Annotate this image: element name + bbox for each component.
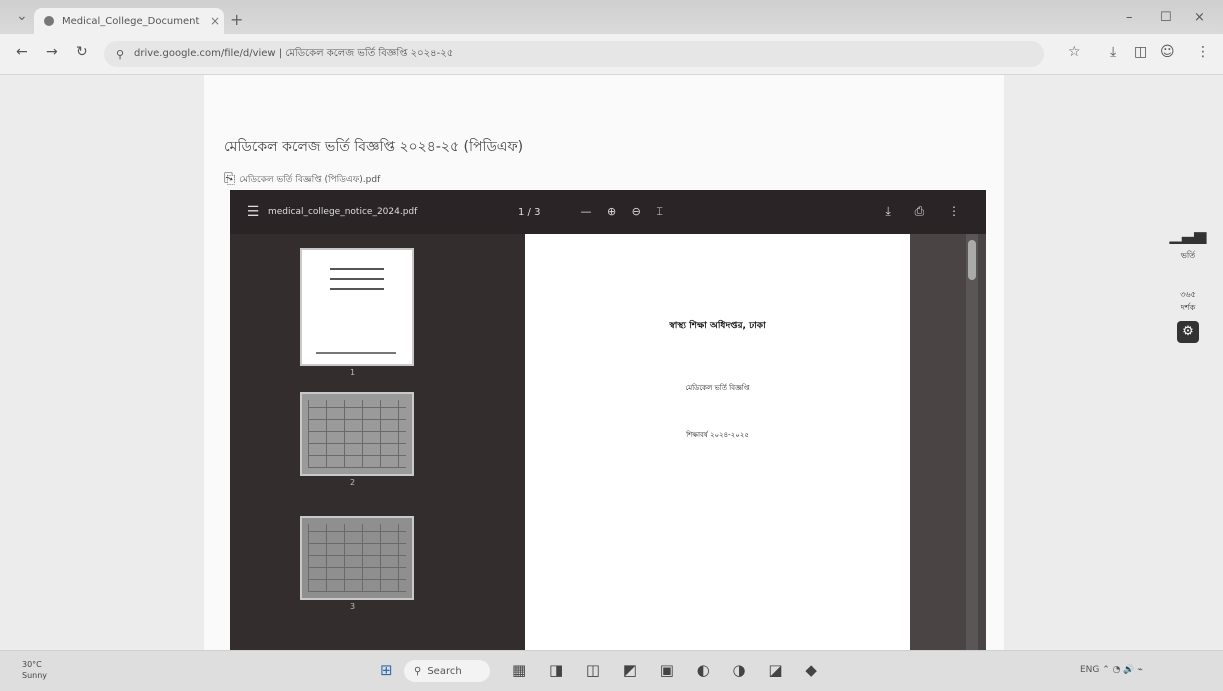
thumb-page-number: 3 [350, 602, 356, 611]
back-button[interactable]: ← [16, 44, 28, 60]
pdf-page-title: স্বাস্থ্য শিক্ষা অধিদপ্তর, ঢাকা [669, 321, 766, 331]
favicon-icon [44, 16, 54, 26]
pdf-file-icon: ⎘ [224, 171, 236, 187]
zoom-controls[interactable]: — ⊕ ⊖ ⌶ [580, 205, 669, 219]
side-widget: ▁▃▅ ভর্তি ৩৬৫ দর্শক ⚙ [1166, 225, 1210, 343]
view-count-label: দর্শক [1180, 303, 1196, 312]
search-placeholder: Search [427, 665, 462, 677]
search-icon: ⚲ [414, 665, 422, 677]
browser-toolbar: ← → ↻ ⚲ drive.google.com/file/d/view | ম… [0, 34, 1223, 75]
tab-bar: ⌄ Medical_College_Document × + – ☐ × [0, 0, 1223, 34]
pdf-page: স্বাস্থ্য শিক্ষা অধিদপ্তর, ঢাকা মেডিকেল … [525, 234, 910, 650]
pdf-toolbar: ☰ medical_college_notice_2024.pdf 1 / 3 … [230, 190, 986, 234]
settings-icon[interactable]: ⚙ [1177, 321, 1199, 343]
page-indicator[interactable]: 1 / 3 [518, 207, 540, 218]
minimize-button[interactable]: – [1126, 10, 1133, 25]
hamburger-menu-icon[interactable]: ☰ [238, 204, 268, 220]
signal-label: ভর্তি [1180, 251, 1196, 260]
page-thumbnail-2[interactable] [300, 392, 414, 476]
page-heading: মেডিকেল কলেজ ভর্তি বিজ্ঞপ্তি ২০২৪-২৫ (পি… [224, 139, 524, 155]
thumb-lines [330, 268, 384, 298]
forward-button[interactable]: → [46, 44, 58, 60]
thumb-table-grid [308, 524, 406, 592]
profile-icon[interactable]: ☺ [1160, 44, 1175, 60]
pdf-main-view: স্বাস্থ্য শিক্ষা অধিদপ্তর, ঢাকা মেডিকেল … [525, 234, 986, 650]
more-icon[interactable]: ⋮ [1196, 44, 1210, 60]
close-window-button[interactable]: × [1194, 10, 1205, 25]
system-tray[interactable]: ENG ⌃ ◔ 🔊 ⌁ [1080, 665, 1143, 675]
scrollbar-thumb[interactable] [968, 240, 976, 280]
taskbar-search[interactable]: ⚲ Search [404, 660, 490, 682]
tab-search-icon[interactable]: ⌄ [16, 8, 28, 24]
pdf-viewer: ☰ medical_college_notice_2024.pdf 1 / 3 … [230, 190, 986, 650]
start-icon[interactable]: ⊞ [380, 661, 393, 679]
thumb-table-grid [308, 400, 406, 468]
page-thumbnail-3[interactable] [300, 516, 414, 600]
new-tab-button[interactable]: + [230, 10, 243, 29]
content-sheet: মেডিকেল কলেজ ভর্তি বিজ্ঞপ্তি ২০২৪-২৫ (পি… [204, 75, 1004, 650]
reload-button[interactable]: ↻ [76, 44, 88, 60]
thumb-page-number: 2 [350, 478, 356, 487]
star-icon[interactable]: ☆ [1068, 44, 1081, 60]
view-count: ৩৬৫ [1180, 290, 1196, 299]
pdf-page-session: শিক্ষাবর্ষ ২০২৪-২০২৫ [686, 431, 749, 439]
pdf-scrollbar[interactable] [966, 234, 978, 650]
pdf-link-text: মেডিকেল ভর্তি বিজ্ঞপ্তি (পিডিএফ).pdf [239, 174, 381, 185]
pdf-page-subtitle: মেডিকেল ভর্তি বিজ্ঞপ্তি [685, 384, 750, 392]
pdf-link[interactable]: ⎘ মেডিকেল ভর্তি বিজ্ঞপ্তি (পিডিএফ).pdf [224, 171, 380, 187]
page-viewport: মেডিকেল কলেজ ভর্তি বিজ্ঞপ্তি ২০২৪-২৫ (পি… [0, 75, 1223, 650]
extensions-icon[interactable]: ◫ [1134, 44, 1147, 60]
pdf-actions[interactable]: ⤓ ⎙ ⋮ [885, 204, 970, 219]
thumb-footer-line [316, 352, 396, 354]
weather-desc: Sunny [22, 671, 48, 680]
weather-temp: 30°C [22, 660, 42, 669]
url-text: drive.google.com/file/d/view | মেডিকেল ক… [134, 47, 454, 59]
download-icon[interactable]: ⤓ [1110, 44, 1116, 60]
address-bar[interactable]: ⚲ drive.google.com/file/d/view | মেডিকেল… [104, 41, 1044, 67]
pinned-apps[interactable]: ▦ ◨ ◫ ◩ ▣ ◐ ◑ ◪ ◆ [512, 661, 826, 679]
browser-tab[interactable]: Medical_College_Document × [34, 8, 224, 34]
os-taskbar: 30°C Sunny ⊞ ⚲ Search ▦ ◨ ◫ ◩ ▣ ◐ ◑ ◪ ◆ … [0, 650, 1223, 691]
page-thumbnail-1[interactable] [300, 248, 414, 366]
signal-bars-icon: ▁▃▅ [1169, 225, 1207, 244]
tab-title: Medical_College_Document [62, 15, 200, 27]
pdf-file-name: medical_college_notice_2024.pdf [268, 207, 418, 217]
weather-widget[interactable]: 30°C Sunny [22, 659, 47, 681]
thumb-page-number: 1 [350, 368, 356, 377]
site-info-icon[interactable]: ⚲ [112, 48, 128, 61]
tab-close-icon[interactable]: × [206, 14, 224, 28]
thumbnail-sidebar: 1 2 3 [230, 234, 525, 650]
maximize-button[interactable]: ☐ [1160, 10, 1172, 25]
